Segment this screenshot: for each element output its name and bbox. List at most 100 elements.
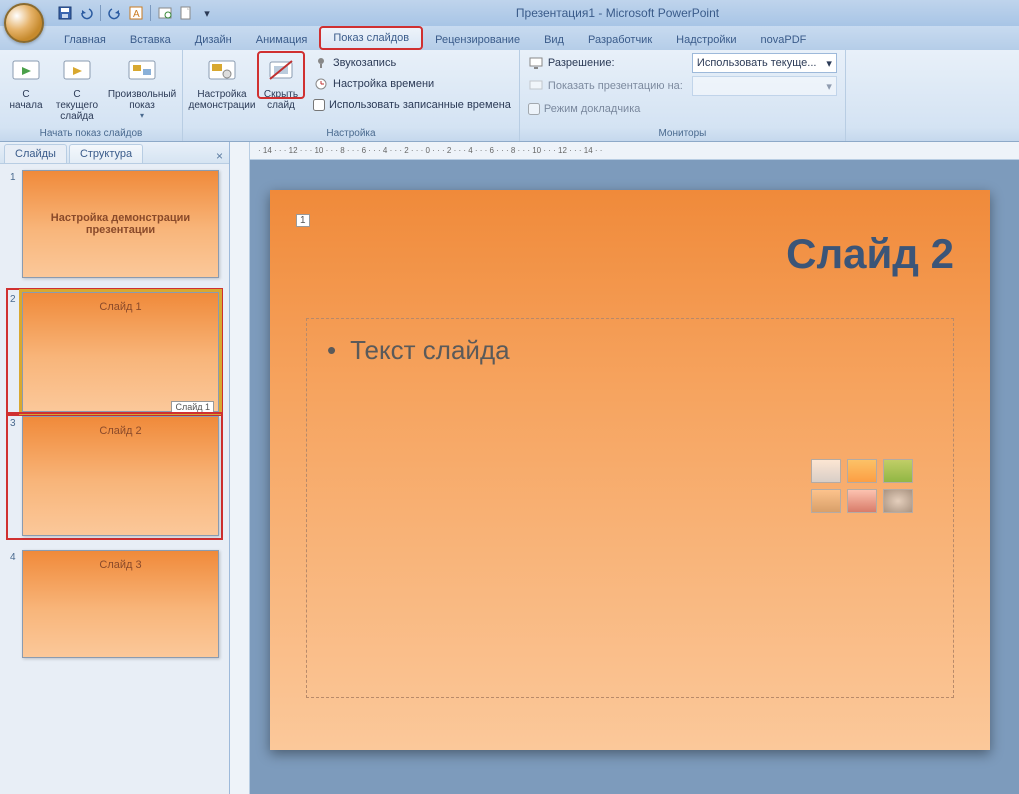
lbl: показ [129, 100, 155, 111]
tab-outline[interactable]: Структура [69, 144, 143, 163]
thumb[interactable]: Слайд 3 [22, 550, 219, 658]
from-beginning-button[interactable]: Сначала [4, 53, 48, 113]
lbl: слайд [267, 100, 295, 111]
thumb-badge: Слайд 1 [171, 401, 214, 413]
thumb-row[interactable]: 2 Слайд 1 Слайд 1 [10, 292, 219, 412]
canvas[interactable]: 1 Слайд 2 Текст слайда [250, 160, 1019, 794]
tab-addins[interactable]: Надстройки [664, 30, 748, 50]
thumb-row[interactable]: 1 Настройка демонстрации презентации [10, 170, 219, 278]
txt: Текст слайда [350, 335, 509, 366]
qat-btn-a[interactable]: A [127, 4, 145, 22]
group-label: Мониторы [524, 126, 841, 141]
tab-slideshow[interactable]: Показ слайдов [319, 26, 423, 50]
lbl: С [22, 89, 29, 100]
chart-icon[interactable] [847, 459, 877, 483]
monitor-icon [528, 78, 544, 94]
thumb-title: Слайд 2 [99, 425, 141, 437]
tab-developer[interactable]: Разработчик [576, 30, 664, 50]
thumb-row[interactable]: 3 Слайд 2 [10, 416, 219, 536]
tab-slides[interactable]: Слайды [4, 144, 67, 163]
table-icon[interactable] [811, 459, 841, 483]
thumb-title: Настройка демонстрации презентации [23, 212, 218, 236]
quick-access-toolbar: A ▾ [56, 4, 216, 22]
thumb-row[interactable]: 4 Слайд 3 [10, 550, 219, 658]
smartart-icon[interactable] [883, 459, 913, 483]
slide[interactable]: 1 Слайд 2 Текст слайда [270, 190, 990, 750]
bullet-text[interactable]: Текст слайда [327, 335, 933, 366]
save-icon[interactable] [56, 4, 74, 22]
qat-btn-new[interactable] [177, 4, 195, 22]
content-placeholder[interactable]: Текст слайда [306, 318, 954, 698]
lbl: демонстрации [189, 100, 256, 111]
vertical-ruler [230, 142, 250, 794]
thumb-title: Слайд 3 [99, 559, 141, 571]
qat-dropdown-icon[interactable]: ▾ [198, 4, 216, 22]
resolution-select[interactable]: Использовать текуще...▾ [692, 53, 837, 73]
thumb-number: 1 [10, 170, 22, 278]
ribbon: Сначала С текущегослайда Произвольныйпок… [0, 50, 1019, 142]
lbl: Произвольный [108, 89, 176, 100]
redo-icon[interactable] [106, 4, 124, 22]
thumb-number: 2 [10, 292, 22, 412]
tab-review[interactable]: Рецензирование [423, 30, 532, 50]
horizontal-ruler: · 14 · · · 12 · · · 10 · · · 8 · · · 6 ·… [250, 142, 1019, 160]
media-icon[interactable] [883, 489, 913, 513]
group-monitors: Разрешение: Использовать текуще...▾ Пока… [520, 50, 846, 141]
svg-text:A: A [133, 9, 140, 20]
lbl: Разрешение: [548, 57, 688, 69]
slides-panel: Слайды Структура × 1 Настройка демонстра… [0, 142, 230, 794]
checkbox[interactable] [528, 103, 540, 115]
tab-novapdf[interactable]: novaPDF [749, 30, 819, 50]
show-on-row: Показать презентацию на: ▾ [524, 76, 841, 96]
separator [150, 5, 151, 21]
lbl: Звукозапись [333, 57, 396, 69]
picture-icon[interactable] [811, 489, 841, 513]
placeholder-icons[interactable] [811, 459, 913, 513]
tab-animation[interactable]: Анимация [244, 30, 320, 50]
setup-show-icon [206, 55, 238, 87]
window-title: Презентация1 - Microsoft PowerPoint [216, 6, 1019, 20]
val: Использовать текуще... [697, 57, 817, 69]
undo-icon[interactable] [77, 4, 95, 22]
tab-home[interactable]: Главная [52, 30, 118, 50]
lbl: Скрыть [264, 89, 298, 100]
thumb[interactable]: Слайд 1 Слайд 1 [22, 292, 219, 412]
panel-tabs: Слайды Структура × [0, 142, 229, 164]
hide-slide-button[interactable]: Скрытьслайд [259, 53, 303, 113]
group-start-slideshow: Сначала С текущегослайда Произвольныйпок… [0, 50, 183, 141]
setup-show-button[interactable]: Настройкадемонстрации [187, 53, 257, 113]
use-timings-checkbox[interactable]: Использовать записанные времена [309, 95, 515, 115]
qat-btn-preview[interactable] [156, 4, 174, 22]
record-narration-button[interactable]: Звукозапись [309, 53, 515, 73]
monitor-icon [528, 55, 544, 71]
rehearse-timings-button[interactable]: Настройка времени [309, 74, 515, 94]
clock-icon [313, 76, 329, 92]
from-beginning-icon [10, 55, 42, 87]
tab-insert[interactable]: Вставка [118, 30, 183, 50]
checkbox[interactable] [313, 99, 325, 111]
thumb[interactable]: Слайд 2 [22, 416, 219, 536]
page-number-badge: 1 [296, 214, 310, 227]
from-current-icon [61, 55, 93, 87]
microphone-icon [313, 55, 329, 71]
lbl: начала [9, 100, 42, 111]
titlebar: A ▾ Презентация1 - Microsoft PowerPoint [0, 0, 1019, 26]
from-current-button[interactable]: С текущегослайда [50, 53, 104, 124]
tab-view[interactable]: Вид [532, 30, 576, 50]
presenter-view-checkbox[interactable]: Режим докладчика [524, 99, 841, 119]
group-setup: Настройкадемонстрации Скрытьслайд Звукоз… [183, 50, 520, 141]
show-on-select[interactable]: ▾ [692, 76, 837, 96]
tab-design[interactable]: Дизайн [183, 30, 244, 50]
editor-area: · 14 · · · 12 · · · 10 · · · 8 · · · 6 ·… [230, 142, 1019, 794]
slide-title[interactable]: Слайд 2 [306, 230, 954, 278]
thumb[interactable]: Настройка демонстрации презентации [22, 170, 219, 278]
lbl: С текущего [56, 89, 98, 111]
lbl: Режим докладчика [544, 103, 640, 115]
office-button[interactable] [4, 3, 44, 43]
close-panel-icon[interactable]: × [216, 149, 223, 163]
custom-show-button[interactable]: Произвольныйпоказ [106, 53, 178, 122]
group-label: Начать показ слайдов [4, 126, 178, 141]
custom-show-icon [126, 55, 158, 87]
clipart-icon[interactable] [847, 489, 877, 513]
ribbon-tabs: Главная Вставка Дизайн Анимация Показ сл… [0, 26, 1019, 50]
